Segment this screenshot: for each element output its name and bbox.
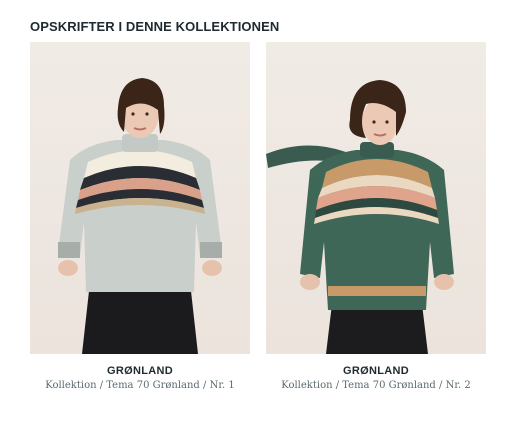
- model-green-sweater-illustration: [266, 80, 454, 354]
- recipe-image-1[interactable]: [30, 42, 250, 354]
- recipe-link-2[interactable]: GRØNLAND Kollektion / Tema 70 Grønland /…: [266, 42, 486, 391]
- recipe-card-1[interactable]: GRØNLAND Kollektion / Tema 70 Grønland /…: [30, 42, 250, 391]
- recipe-subtitle-2: Kollektion / Tema 70 Grønland / Nr. 2: [281, 380, 471, 391]
- recipe-title-2[interactable]: GRØNLAND: [266, 365, 486, 377]
- recipe-subtitle-1: Kollektion / Tema 70 Grønland / Nr. 1: [45, 380, 235, 391]
- recipe-link-1[interactable]: GRØNLAND Kollektion / Tema 70 Grønland /…: [30, 42, 250, 391]
- section-title: OPSKRIFTER I DENNE KOLLEKTIONEN: [30, 19, 280, 34]
- recipe-card-2[interactable]: GRØNLAND Kollektion / Tema 70 Grønland /…: [266, 42, 486, 391]
- recipe-title-1[interactable]: GRØNLAND: [30, 365, 250, 377]
- model-grey-sweater-illustration: [58, 78, 222, 354]
- recipe-image-2[interactable]: [266, 42, 486, 354]
